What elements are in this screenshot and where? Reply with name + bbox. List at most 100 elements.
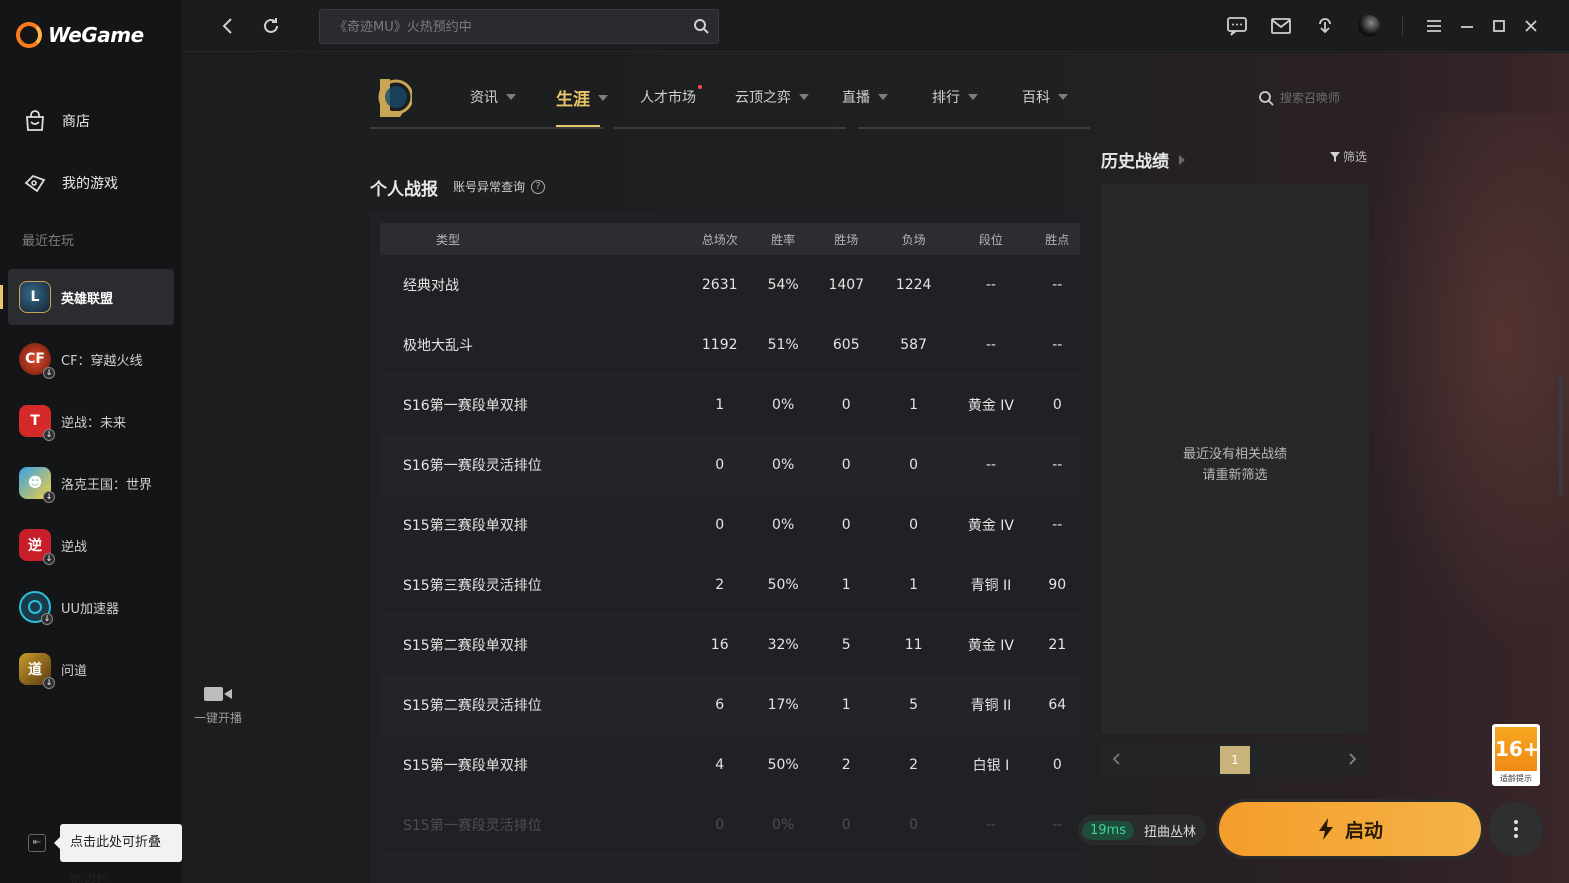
- download-badge-icon: ↓: [41, 613, 53, 625]
- age-rating-badge[interactable]: 16+ 适龄提示: [1492, 724, 1540, 786]
- tab-news[interactable]: 资讯: [470, 87, 516, 107]
- table-cell: S15第一赛段灵活排位: [380, 795, 686, 856]
- table-cell: 1407: [812, 255, 880, 316]
- prev-page-button[interactable]: [1111, 752, 1121, 770]
- filter-icon: [1330, 151, 1340, 162]
- league-of-legends-logo-icon[interactable]: [374, 75, 412, 119]
- one-click-stream-button[interactable]: 一键开播: [192, 685, 244, 726]
- table-cell: 1192: [685, 315, 754, 376]
- tab-tft[interactable]: 云顶之弈: [735, 87, 809, 107]
- download-icon: [1319, 18, 1331, 34]
- sidebar-game-wendao[interactable]: 道 ↓ 问道: [8, 641, 174, 697]
- menu-button[interactable]: [1422, 14, 1446, 38]
- sidebar-game-nizhan-future[interactable]: T ↓ 逆战：未来: [8, 393, 174, 449]
- downloads-button[interactable]: [1313, 14, 1337, 38]
- page-number-button[interactable]: 1: [1220, 746, 1250, 774]
- summoner-search[interactable]: 搜索召唤师: [1258, 89, 1340, 106]
- sidebar-game-uu[interactable]: ↓ UU加速器: [8, 579, 174, 635]
- table-cell: S16第一赛段灵活排位: [380, 435, 686, 496]
- collapse-sidebar-button[interactable]: ⇤: [28, 834, 46, 852]
- tab-live[interactable]: 直播: [842, 87, 888, 107]
- table-cell: 青铜 II: [947, 555, 1035, 616]
- maximize-button[interactable]: [1487, 14, 1511, 38]
- global-search: [319, 9, 719, 44]
- server-selector[interactable]: 19ms 扭曲丛林: [1078, 815, 1206, 845]
- sidebar-game-roco[interactable]: ☻ ↓ 洛克王国：世界: [8, 455, 174, 511]
- mail-icon: [1271, 18, 1291, 34]
- minimize-icon: [1461, 26, 1473, 28]
- table-cell: --: [1034, 255, 1080, 316]
- history-empty-message: 最近没有相关战绩 请重新筛选: [1101, 444, 1369, 486]
- scrollbar[interactable]: [1559, 375, 1563, 495]
- launch-button[interactable]: 启动: [1219, 802, 1481, 856]
- global-search-input[interactable]: [334, 17, 684, 37]
- chat-icon: [1227, 17, 1247, 36]
- mail-button[interactable]: [1269, 14, 1293, 38]
- filter-button[interactable]: 筛选: [1330, 148, 1367, 165]
- download-badge-icon: ↓: [43, 553, 55, 565]
- next-page-button[interactable]: [1348, 752, 1358, 770]
- empty-line: 最近没有相关战绩: [1182, 447, 1287, 462]
- minimize-button[interactable]: [1455, 14, 1479, 38]
- sidebar-game-label: CF：穿越火线: [61, 353, 143, 369]
- table-cell: S15第二赛段灵活排位: [380, 675, 686, 736]
- wegame-logo[interactable]: WeGame: [16, 22, 144, 48]
- sidebar-item-store[interactable]: 商店: [22, 108, 90, 134]
- table-cell: --: [1034, 795, 1080, 856]
- tab-talent-market[interactable]: 人才市场: [640, 85, 702, 107]
- account-anomaly-link[interactable]: 账号异常查询 ?: [453, 178, 546, 195]
- table-row: S15第二赛段单双排 16 32% 5 11 黄金 IV 21: [380, 615, 1080, 676]
- stats-table-container: 类型 总场次 胜率 胜场 负场 段位 胜点 经典对战 2631 54% 1407 122…: [370, 213, 1090, 883]
- search-icon[interactable]: [692, 17, 710, 35]
- history-title[interactable]: 历史战绩: [1101, 147, 1185, 172]
- tab-wiki[interactable]: 百科: [1022, 87, 1068, 107]
- table-cell: 黄金 IV: [947, 375, 1035, 436]
- user-avatar[interactable]: [1357, 14, 1381, 38]
- table-cell: 17%: [753, 675, 813, 736]
- table-cell: 0: [1034, 375, 1080, 436]
- summoner-search-placeholder: 搜索召唤师: [1280, 91, 1341, 105]
- menu-icon: [1427, 20, 1441, 32]
- nav-divider: [858, 127, 1090, 129]
- sidebar-item-my-games[interactable]: 我的游戏: [22, 170, 118, 196]
- tab-career[interactable]: 生涯: [556, 85, 608, 110]
- active-tab-indicator: [556, 125, 600, 127]
- table-cell: 1224: [879, 255, 948, 316]
- sidebar-game-nizhan[interactable]: 逆 ↓ 逆战: [8, 517, 174, 573]
- age-rating-caption: 适龄提示: [1500, 774, 1532, 783]
- close-button[interactable]: [1519, 14, 1543, 38]
- sidebar-item-label: 我的游戏: [62, 176, 118, 192]
- sidebar-game-lol[interactable]: L 英雄联盟: [0, 269, 174, 325]
- tab-label: 生涯: [556, 90, 590, 110]
- background-art: [1349, 113, 1569, 673]
- table-cell: 0%: [753, 495, 813, 556]
- tab-label: 百科: [1022, 90, 1050, 106]
- table-cell: 4: [685, 735, 754, 796]
- uu-accelerator-icon: ↓: [19, 591, 53, 625]
- table-cell: S15第三赛段单双排: [380, 495, 686, 556]
- table-row: 经典对战 2631 54% 1407 1224 -- --: [380, 255, 1080, 316]
- column-header: 胜场: [834, 232, 859, 247]
- lightning-icon: [1318, 818, 1333, 840]
- more-options-button[interactable]: [1489, 802, 1543, 856]
- download-badge-icon: ↓: [43, 491, 55, 503]
- chat-button[interactable]: [1225, 14, 1249, 38]
- table-cell: 64: [1034, 675, 1080, 736]
- column-header: 负场: [901, 232, 926, 247]
- roco-kingdom-icon: ☻ ↓: [19, 467, 55, 503]
- back-button[interactable]: [216, 14, 240, 38]
- sidebar-game-label: 问道: [61, 663, 88, 679]
- table-row: S16第一赛段单双排 1 0% 0 1 黄金 IV 0: [380, 375, 1080, 436]
- table-cell: S15第二赛段单双排: [380, 615, 686, 676]
- refresh-button[interactable]: [259, 14, 283, 38]
- table-cell: 5: [812, 615, 880, 676]
- table-cell: 青铜 II: [947, 675, 1035, 736]
- stats-table: 类型 总场次 胜率 胜场 负场 段位 胜点 经典对战 2631 54% 1407 122…: [380, 223, 1080, 856]
- table-row: S15第一赛段单双排 4 50% 2 2 白银 I0: [380, 735, 1080, 796]
- tab-ranking[interactable]: 排行: [932, 87, 978, 107]
- more-vertical-icon: [1514, 820, 1518, 838]
- sidebar-game-crossfire[interactable]: CF ↓ CF：穿越火线: [8, 331, 174, 387]
- game-nav: 资讯 生涯 人才市场 云顶之弈 直播 排行 百科: [370, 73, 1090, 129]
- table-cell: --: [947, 795, 1035, 856]
- column-header: 段位: [978, 232, 1003, 247]
